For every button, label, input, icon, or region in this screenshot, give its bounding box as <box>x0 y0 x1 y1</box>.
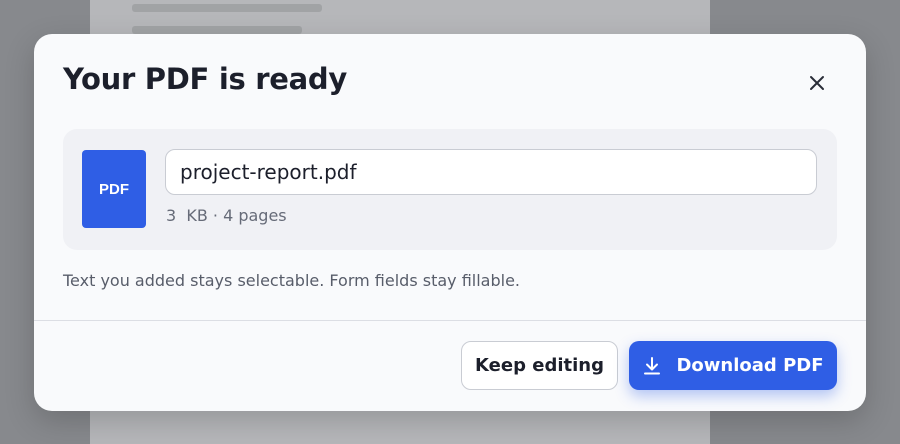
info-note: Text you added stays selectable. Form fi… <box>63 271 521 290</box>
filename-input[interactable] <box>165 149 817 195</box>
file-card: PDF 3 KB · 4 pages <box>63 129 837 250</box>
download-pdf-button[interactable]: Download PDF <box>629 341 837 390</box>
pdf-thumb-label: PDF <box>99 180 129 198</box>
pdf-file-icon: PDF <box>82 150 146 228</box>
keep-editing-label: Keep editing <box>475 355 604 376</box>
file-meta: 3 KB · 4 pages <box>166 206 287 225</box>
download-icon <box>642 356 662 376</box>
keep-editing-button[interactable]: Keep editing <box>461 341 618 390</box>
close-icon <box>810 76 824 90</box>
footer-divider <box>34 320 866 321</box>
download-pdf-label: Download PDF <box>676 355 824 376</box>
close-button[interactable] <box>804 70 830 96</box>
dialog-title: Your PDF is ready <box>63 62 347 96</box>
download-dialog: Your PDF is ready PDF 3 KB · 4 pages Tex… <box>34 34 866 411</box>
